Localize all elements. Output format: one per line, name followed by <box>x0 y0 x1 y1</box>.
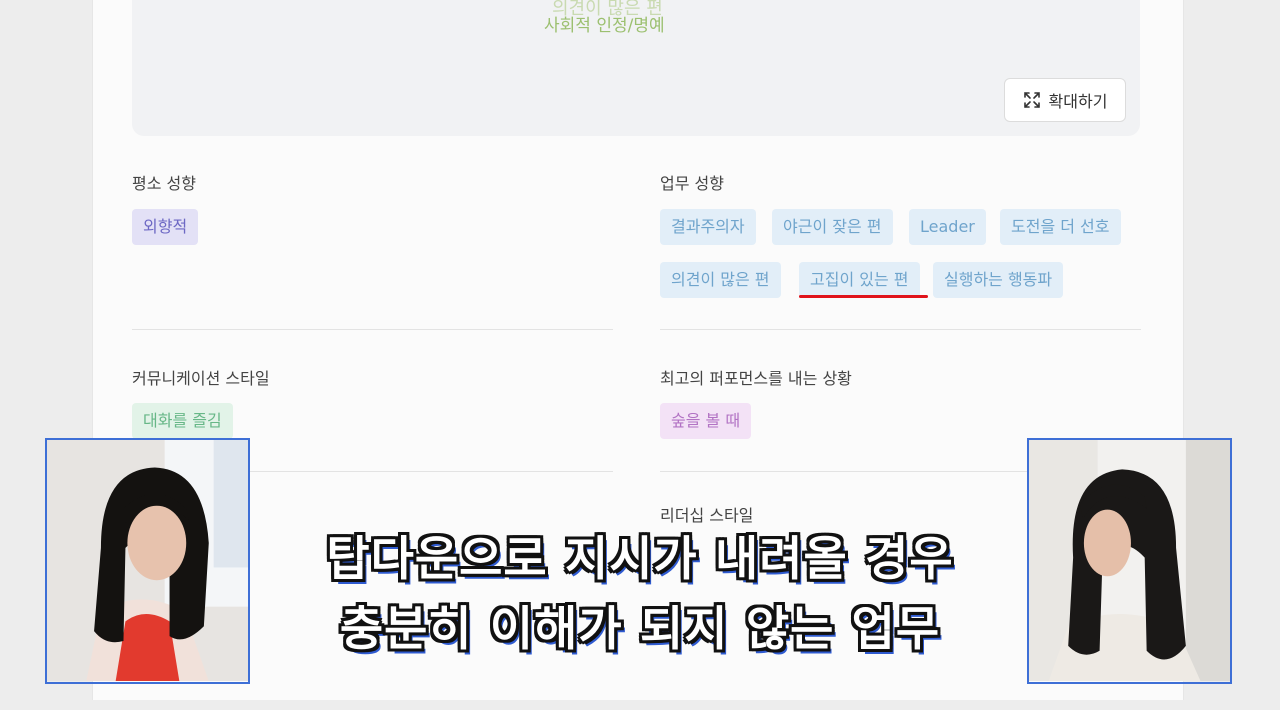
expand-icon <box>1023 92 1040 108</box>
red-underline-highlight <box>799 295 928 298</box>
chip-extrovert: 외향적 <box>132 209 199 245</box>
divider <box>660 329 1141 330</box>
chip-work-5: 의견이 많은 편 <box>660 262 781 298</box>
section-title-best-performance: 최고의 퍼포먼스를 내는 상황 <box>660 369 852 388</box>
subtitle-line-1: 탑다운으로 지시가 내려올 경우 <box>326 532 954 587</box>
chip-work-2: 야근이 잦은 편 <box>772 209 893 245</box>
chip-work-3: Leader <box>909 209 986 245</box>
chip-best-performance: 숲을 볼 때 <box>660 403 752 439</box>
section-title-communication: 커뮤니케이션 스타일 <box>132 369 270 388</box>
chip-communication: 대화를 즐김 <box>132 403 233 439</box>
section-title-work: 업무 성향 <box>660 174 724 193</box>
preview-honor-text: 사회적 인정/명예 <box>544 16 665 36</box>
divider <box>132 329 613 330</box>
section-title-normal: 평소 성향 <box>132 174 196 193</box>
chip-work-6: 고집이 있는 편 <box>799 262 920 298</box>
chip-work-4: 도전을 더 선호 <box>1000 209 1121 245</box>
subtitle-line-2: 충분히 이해가 되지 않는 업무 <box>339 602 941 657</box>
zoom-button-label: 확대하기 <box>1048 92 1108 111</box>
zoom-button[interactable]: 확대하기 <box>1004 78 1126 122</box>
chip-work-7: 실행하는 행동파 <box>933 262 1064 298</box>
chip-work-1: 결과주의자 <box>660 209 756 245</box>
